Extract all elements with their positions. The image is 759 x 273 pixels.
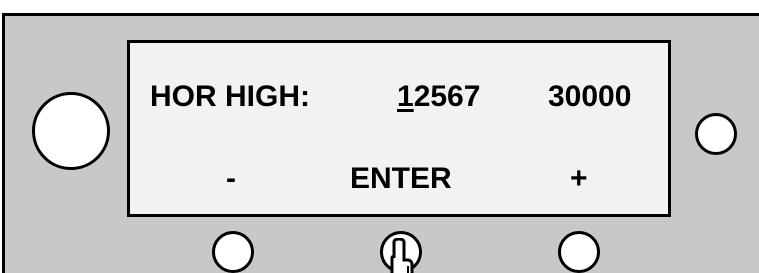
hand-pointer-icon [390, 238, 414, 273]
soft-key-label-minus: - [226, 162, 236, 195]
current-value: 12567 [397, 79, 480, 115]
right-indicator-button[interactable] [695, 113, 737, 155]
cursor-digit: 1 [397, 80, 414, 113]
minus-button[interactable] [212, 231, 254, 273]
current-value-rest: 2567 [413, 80, 481, 113]
lcd-display: HOR HIGH: 12567 30000 - ENTER + [127, 40, 671, 217]
plus-button[interactable] [558, 231, 600, 273]
soft-key-label-enter: ENTER [350, 162, 452, 195]
parameter-label: HOR HIGH: [150, 80, 310, 113]
device-front-panel-illustration: HOR HIGH: 12567 30000 - ENTER + [0, 0, 759, 273]
max-value: 30000 [548, 80, 632, 113]
soft-key-label-plus: + [570, 162, 588, 195]
rotary-knob[interactable] [32, 92, 110, 170]
